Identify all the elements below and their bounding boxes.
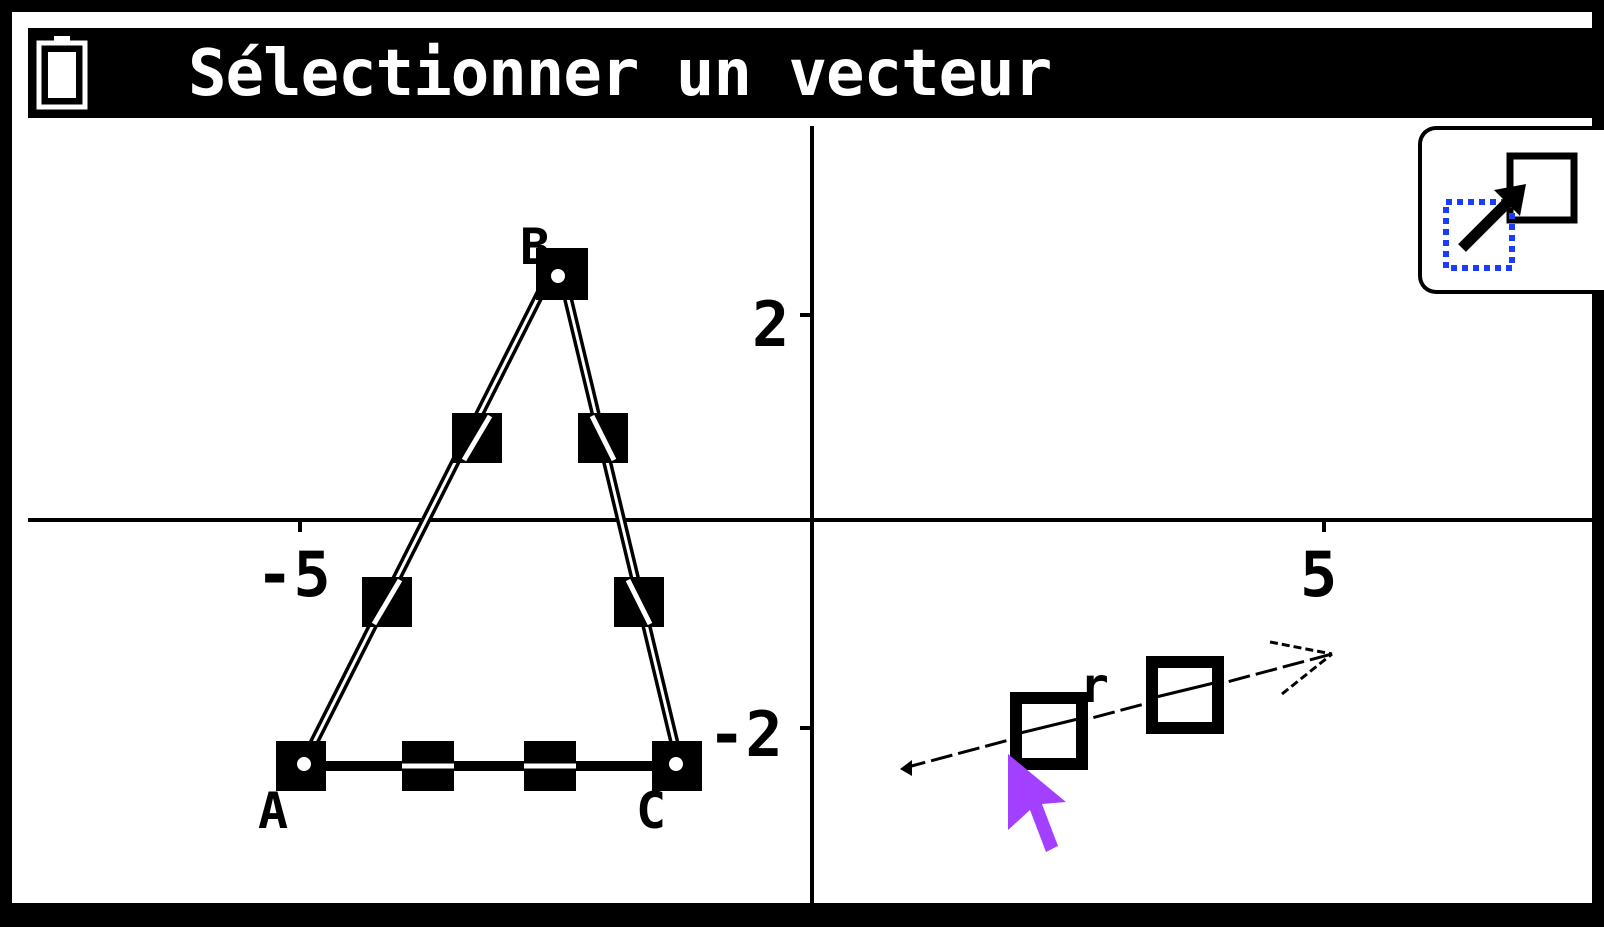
y-tick-label-minus-2: -2 (708, 698, 783, 771)
vector-arrowhead-lower (1281, 652, 1333, 696)
vector-line[interactable] (903, 652, 1333, 770)
segment-ab-highlight (300, 281, 548, 767)
point-a[interactable] (293, 753, 315, 775)
y-tick-label-2: 2 (752, 288, 789, 361)
title-bar: Sélectionner un vecteur (28, 28, 1600, 118)
x-tick-label-5: 5 (1300, 538, 1337, 611)
battery-icon (36, 36, 88, 110)
vector-tool-icon (1443, 152, 1578, 271)
calculator-screen: -5 5 2 -2 A B C r Sélectionner un vecteu… (0, 0, 1604, 915)
triangle-abc[interactable] (297, 279, 685, 771)
vector-label: r (1080, 658, 1109, 714)
x-tick-label-minus-5: -5 (256, 538, 331, 611)
point-b[interactable] (547, 265, 569, 287)
point-c[interactable] (665, 753, 687, 775)
point-label-a: A (258, 782, 288, 840)
vector-tool-button[interactable] (1418, 126, 1604, 294)
vector-r[interactable]: r (900, 640, 1333, 776)
point-label-b: B (520, 218, 550, 276)
segment-bc-highlight (562, 281, 682, 767)
vector-start-point (900, 760, 912, 776)
page-title: Sélectionner un vecteur (188, 37, 1052, 111)
point-label-c: C (636, 782, 666, 840)
vector-arrowhead-upper (1269, 640, 1333, 656)
geometry-canvas[interactable]: -5 5 2 -2 A B C r (12, 12, 1604, 927)
